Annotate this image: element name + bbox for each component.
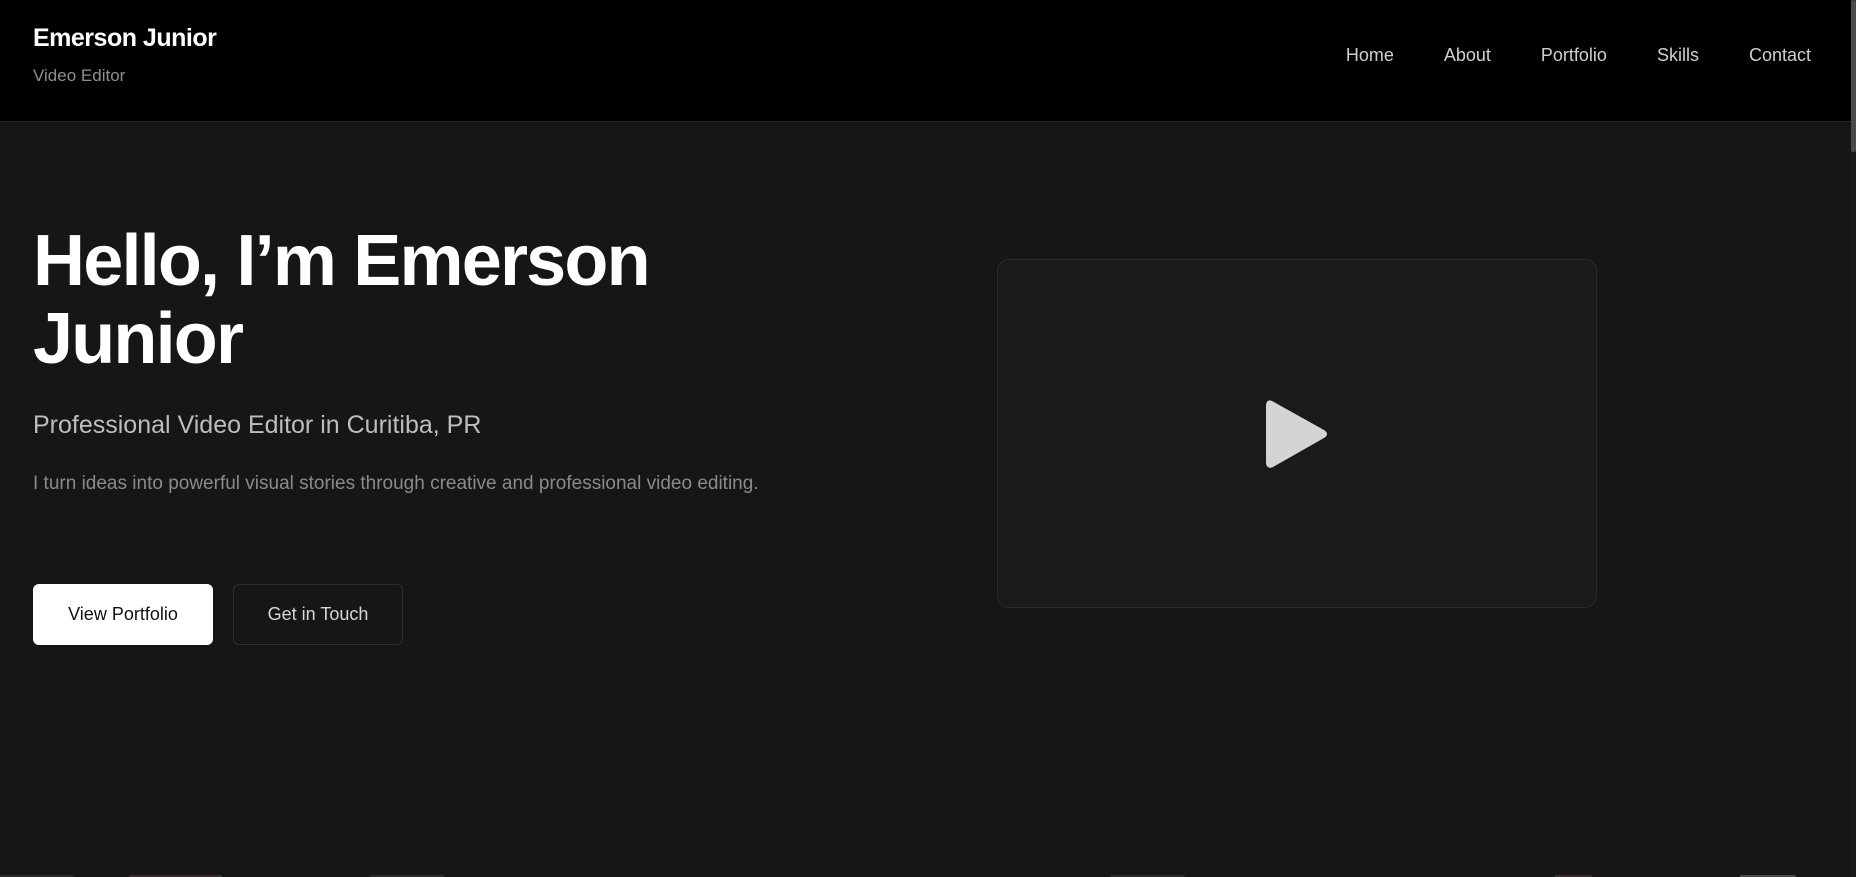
hero-title: Hello, I’m Emerson Junior [33,221,651,379]
page-scrollbar[interactable] [1851,0,1856,877]
view-portfolio-button[interactable]: View Portfolio [33,584,213,645]
hero-subtitle: Professional Video Editor in Curitiba, P… [33,411,482,439]
brand-role: Video Editor [33,66,126,85]
site-header: Emerson Junior Video Editor Home About P… [0,0,1851,122]
hero-description: I turn ideas into powerful visual storie… [33,473,759,494]
play-icon[interactable] [1264,397,1330,471]
nav-link-skills[interactable]: Skills [1657,45,1699,66]
nav-link-contact[interactable]: Contact [1749,45,1811,66]
nav-link-home[interactable]: Home [1346,45,1394,66]
main-nav: Home About Portfolio Skills Contact [1296,45,1811,66]
nav-link-portfolio[interactable]: Portfolio [1541,45,1607,66]
scrollbar-thumb[interactable] [1851,0,1856,152]
page: Emerson Junior Video Editor Home About P… [0,0,1856,877]
brand-name[interactable]: Emerson Junior [33,24,217,53]
get-in-touch-button[interactable]: Get in Touch [233,584,403,645]
nav-link-about[interactable]: About [1444,45,1491,66]
video-player-card[interactable] [997,259,1597,608]
